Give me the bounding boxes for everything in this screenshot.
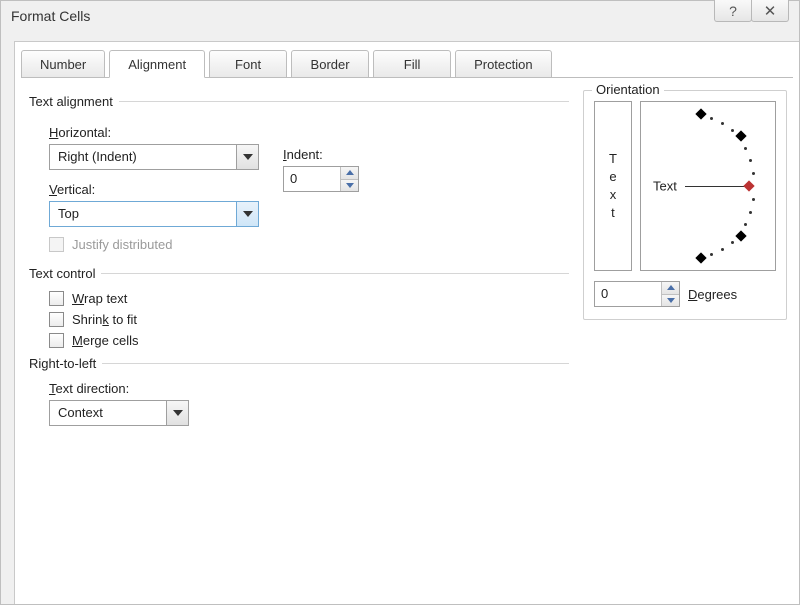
justify-distributed-checkbox: Justify distributed: [49, 237, 259, 252]
spinner-up-icon[interactable]: [341, 167, 358, 179]
close-button[interactable]: ✕: [751, 0, 789, 22]
window-title: Format Cells: [11, 8, 90, 24]
dial-tick: [721, 122, 724, 125]
indent-spinner[interactable]: 0: [283, 166, 359, 192]
format-cells-dialog: Format Cells ? ✕ Number Alignment Font B…: [0, 0, 800, 605]
dialog-content: Number Alignment Font Border Fill Protec…: [14, 41, 799, 604]
checkbox-icon: [49, 237, 64, 252]
orientation-frame: Orientation T e x t Text: [583, 90, 787, 320]
degrees-value: 0: [595, 282, 661, 306]
window-controls: ? ✕: [715, 0, 789, 22]
tab-strip: Number Alignment Font Border Fill Protec…: [15, 42, 799, 78]
degrees-label: Degrees: [688, 287, 737, 302]
group-text-control: Text control: [29, 266, 569, 281]
vertical-value: Top: [50, 202, 236, 226]
text-direction-label: Text direction:: [49, 381, 569, 396]
wrap-text-checkbox[interactable]: Wrap text: [49, 291, 569, 306]
dial-marker: [695, 108, 706, 119]
titlebar: Format Cells: [1, 1, 799, 31]
checkbox-icon: [49, 333, 64, 348]
orientation-vertical-text-button[interactable]: T e x t: [594, 101, 632, 271]
left-area: Text alignment Horizontal: Right (Indent…: [29, 94, 569, 426]
dial-indicator: [743, 180, 754, 191]
text-alignment-fields: Horizontal: Right (Indent) Vertical:: [29, 119, 569, 258]
tab-number[interactable]: Number: [21, 50, 105, 78]
indent-value: 0: [284, 167, 340, 191]
indent-label: Indent:: [283, 147, 359, 162]
horizontal-select[interactable]: Right (Indent): [49, 144, 259, 170]
dial-marker: [695, 252, 706, 263]
dial-tick: [752, 198, 755, 201]
vertical-text-icon: T e x t: [609, 150, 617, 223]
checkbox-icon: [49, 291, 64, 306]
tab-border[interactable]: Border: [291, 50, 369, 78]
dial-marker: [735, 130, 746, 141]
tab-font[interactable]: Font: [209, 50, 287, 78]
spinner-up-icon[interactable]: [662, 282, 679, 294]
tab-fill[interactable]: Fill: [373, 50, 451, 78]
alignment-panel: Text alignment Horizontal: Right (Indent…: [15, 78, 799, 442]
orientation-group: Orientation T e x t Text: [583, 90, 787, 320]
tab-alignment[interactable]: Alignment: [109, 50, 205, 78]
dial-marker: [735, 230, 746, 241]
chevron-down-icon: [236, 145, 258, 169]
vertical-label: Vertical:: [49, 182, 259, 197]
rtl-fields: Text direction: Context: [29, 381, 569, 426]
text-direction-value: Context: [50, 401, 166, 425]
orientation-dial[interactable]: Text: [640, 101, 776, 271]
dial-tick: [744, 223, 747, 226]
dial-tick: [710, 253, 713, 256]
checkbox-icon: [49, 312, 64, 327]
horizontal-value: Right (Indent): [50, 145, 236, 169]
dial-tick: [744, 147, 747, 150]
dial-line: [685, 186, 745, 187]
text-direction-select[interactable]: Context: [49, 400, 189, 426]
horizontal-label: Horizontal:: [49, 125, 259, 140]
dial-tick: [749, 159, 752, 162]
group-right-to-left: Right-to-left: [29, 356, 569, 371]
shrink-to-fit-checkbox[interactable]: Shrink to fit: [49, 312, 569, 327]
dial-tick: [721, 248, 724, 251]
merge-cells-checkbox[interactable]: Merge cells: [49, 333, 569, 348]
dial-tick: [749, 211, 752, 214]
close-icon: ✕: [764, 2, 777, 20]
dial-tick: [752, 172, 755, 175]
spinner-down-icon[interactable]: [341, 179, 358, 192]
tab-protection[interactable]: Protection: [455, 50, 552, 78]
vertical-select[interactable]: Top: [49, 201, 259, 227]
dial-tick: [731, 241, 734, 244]
chevron-down-icon: [166, 401, 188, 425]
chevron-down-icon: [236, 202, 258, 226]
spinner-down-icon[interactable]: [662, 294, 679, 307]
help-icon: ?: [729, 3, 737, 19]
help-button[interactable]: ?: [714, 0, 752, 22]
dial-tick: [731, 129, 734, 132]
dial-tick: [710, 117, 713, 120]
text-control-fields: Wrap text Shrink to fit Merge cells: [29, 291, 569, 348]
group-text-alignment: Text alignment: [29, 94, 569, 109]
degrees-spinner[interactable]: 0: [594, 281, 680, 307]
